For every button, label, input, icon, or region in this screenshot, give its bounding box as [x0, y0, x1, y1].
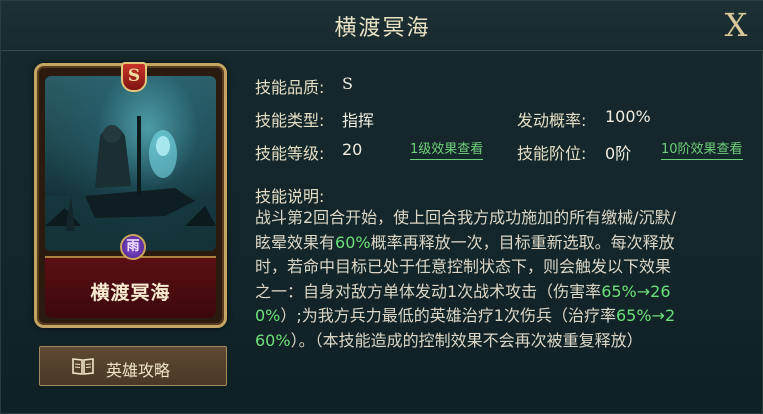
skill-description-text: 战斗第2回合开始，使上回合我方成功施加的所有缴械/沉默/眩晕效果有60%概率再释…	[255, 206, 745, 353]
skill-tier-label: 技能阶位:	[517, 144, 587, 163]
description-segment: 战斗第2回合开始，使上回合我方成功施加的所有缴械/沉默/	[255, 208, 676, 227]
description-segment: 眩晕效果有	[255, 232, 336, 252]
hero-guide-button[interactable]: 英雄攻略	[39, 346, 227, 386]
skill-detail-panel: 横渡冥海 X S 横渡冥海 雨 英雄攻略 技能品质: S 技能类型: 指挥 发动…	[0, 0, 763, 414]
description-segment: 概率再释放一次，目标重新选取。每次释放	[370, 232, 675, 252]
skill-level-label: 技能等级:	[255, 144, 325, 163]
description-segment: 时，若命中目标已处于任意控制状态下，则会触发以下效果	[255, 257, 672, 276]
description-highlight: 65%→26	[601, 281, 671, 301]
skill-card: S 横渡冥海 雨	[34, 62, 227, 328]
skill-grade-badge: S	[121, 62, 147, 92]
description-highlight: 60%	[255, 330, 291, 350]
hero-guide-label: 英雄攻略	[106, 361, 171, 380]
description-line: 0%）;为我方兵力最低的英雄治疗1次伤兵（治疗率65%→2	[255, 304, 745, 329]
description-line: 战斗第2回合开始，使上回合我方成功施加的所有缴械/沉默/	[255, 206, 745, 231]
skill-card-art	[45, 76, 216, 251]
book-icon	[72, 358, 94, 375]
tier10-effect-link[interactable]: 10阶效果查看	[661, 138, 743, 160]
description-line: 之一：自身对敌方单体发动1次战术攻击（伤害率65%→26	[255, 280, 745, 305]
trigger-probability-value: 100%	[605, 107, 651, 126]
description-highlight: 65%→2	[615, 306, 676, 325]
description-line: 60%）。（本技能造成的控制效果不会再次被重复释放）	[255, 329, 745, 354]
panel-header: 横渡冥海 X	[1, 1, 763, 51]
skill-type-label: 技能类型:	[255, 111, 325, 130]
skill-level-value: 20	[342, 140, 363, 159]
skill-card-illustration	[45, 116, 216, 251]
description-highlight: 60%	[335, 232, 371, 252]
skill-type-emblem-icon: 雨	[120, 234, 146, 260]
trigger-probability-label: 发动概率:	[517, 111, 587, 130]
skill-card-name-plate: 横渡冥海	[45, 256, 216, 318]
skill-quality-label: 技能品质:	[255, 78, 325, 97]
skill-quality-value: S	[342, 74, 353, 93]
description-line: 眩晕效果有60%概率再释放一次，目标重新选取。每次释放	[255, 231, 745, 256]
panel-title: 横渡冥海	[334, 16, 431, 41]
skill-type-value: 指挥	[342, 111, 375, 130]
description-segment: ）。（本技能造成的控制效果不会再次被重复释放）	[290, 330, 643, 350]
skill-tier-value: 0阶	[605, 144, 632, 163]
description-segment: 之一：自身对敌方单体发动1次战术攻击（伤害率	[255, 281, 602, 301]
close-button[interactable]: X	[720, 7, 752, 43]
skill-description-title: 技能说明:	[255, 187, 325, 206]
description-segment: ）;为我方兵力最低的英雄治疗1次伤兵（治疗率	[280, 306, 616, 325]
level1-effect-link[interactable]: 1级效果查看	[410, 138, 484, 160]
skill-card-name: 横渡冥海	[90, 282, 171, 304]
description-line: 时，若命中目标已处于任意控制状态下，则会触发以下效果	[255, 255, 745, 280]
description-highlight: 0%	[255, 306, 281, 325]
